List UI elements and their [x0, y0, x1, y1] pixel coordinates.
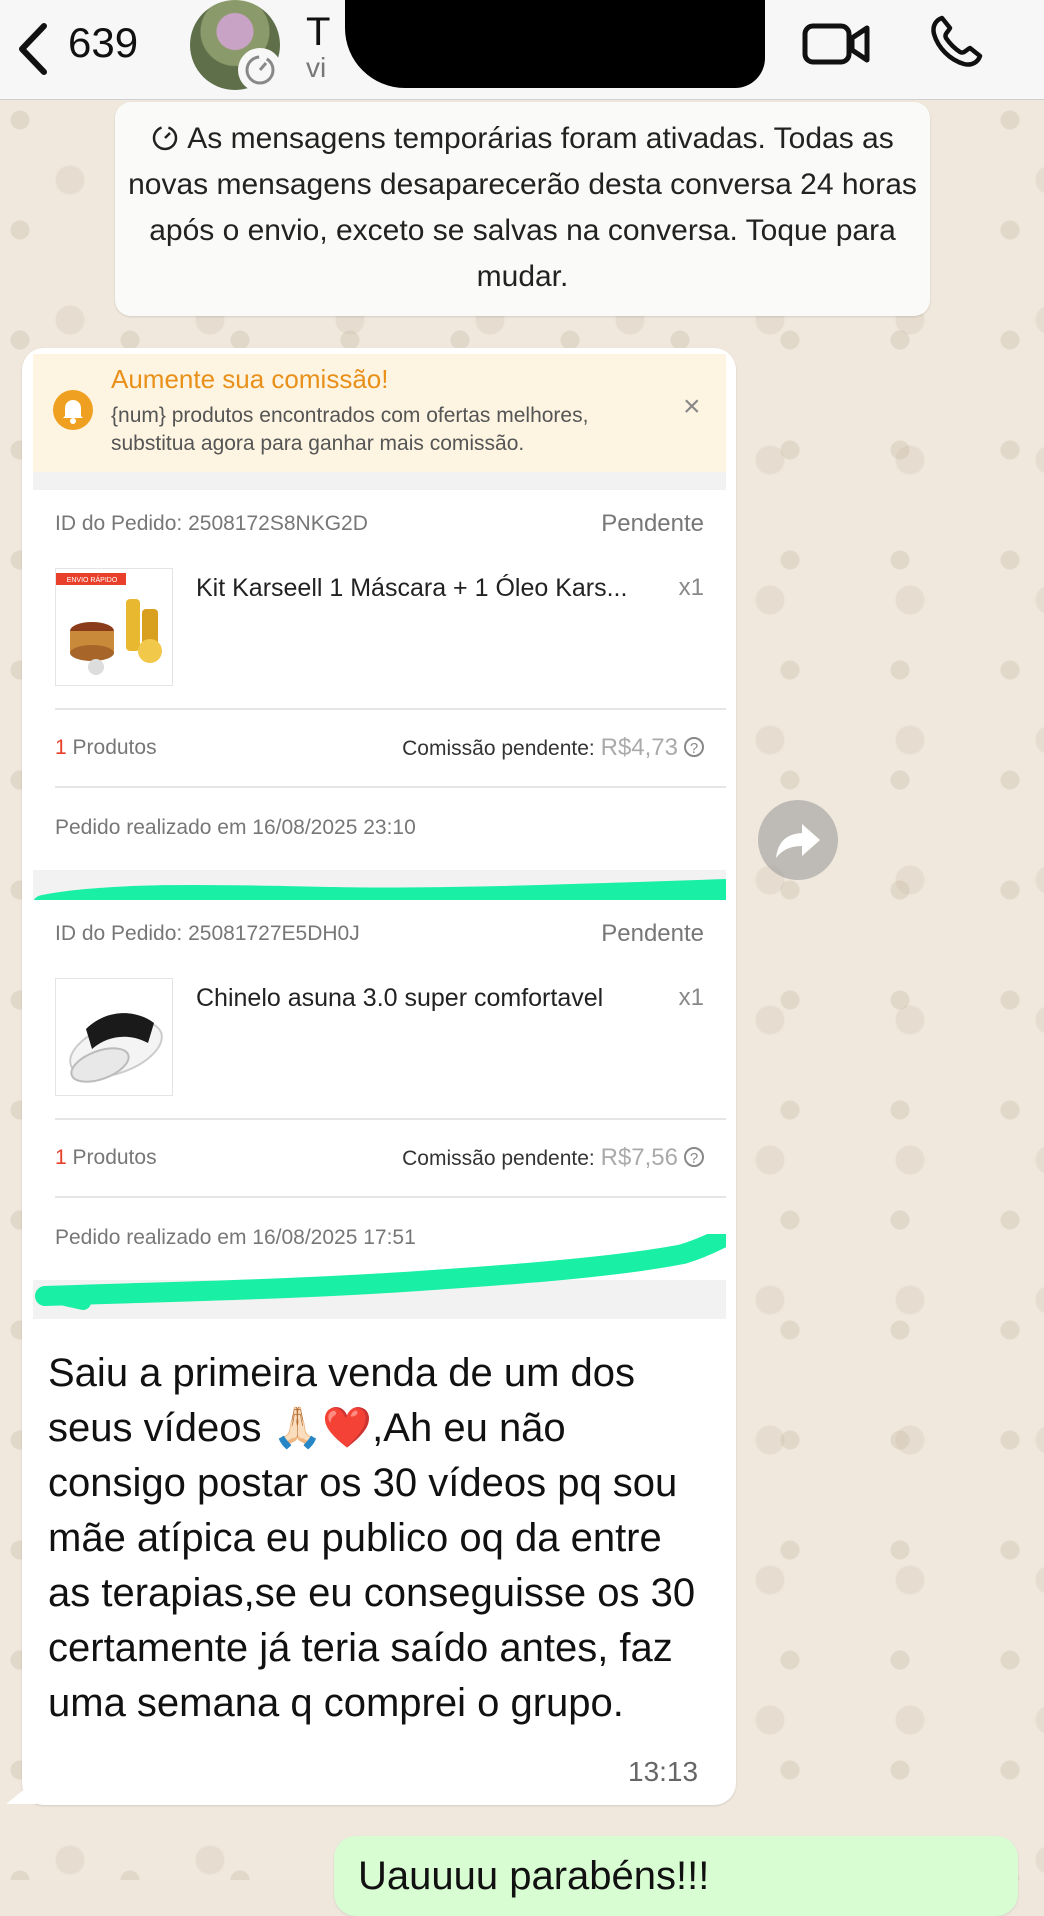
- product-thumbnail: ENVIO RÁPIDO: [55, 568, 173, 686]
- incoming-message-bubble[interactable]: Aumente sua comissão! {num} produtos enc…: [22, 348, 736, 1805]
- order-card: ID do Pedido: 2508172S8NKG2D Pendente EN…: [33, 490, 726, 870]
- contact-name[interactable]: T: [306, 10, 330, 55]
- back-chevron-icon[interactable]: [14, 22, 54, 76]
- order-status: Pendente: [601, 920, 704, 947]
- product-count-label: Produtos: [66, 1146, 157, 1169]
- pending-commission: Comissão pendente: R$4,73?: [402, 734, 704, 762]
- unread-count[interactable]: 639: [68, 18, 138, 68]
- product-count-label: Produtos: [66, 736, 157, 759]
- pending-commission: Comissão pendente: R$7,56?: [402, 1144, 704, 1172]
- order-id: ID do Pedido: 25081727E5DH0J: [55, 922, 360, 945]
- message-text: Saiu a primeira venda de um dos seus víd…: [48, 1351, 696, 1725]
- banner-title: Aumente sua comissão!: [111, 364, 389, 394]
- product-thumbnail: [55, 978, 173, 1096]
- close-icon: ×: [683, 390, 701, 423]
- notice-text: As mensagens temporárias foram ativadas.…: [128, 122, 917, 293]
- commission-label: Comissão pendente:: [402, 1147, 601, 1170]
- product-count-number: 1: [55, 1146, 67, 1169]
- outgoing-message-bubble[interactable]: Uauuuu parabéns!!!: [334, 1836, 1018, 1916]
- product-name: Chinelo asuna 3.0 super comfortavel: [196, 984, 604, 1012]
- forward-button[interactable]: [758, 800, 838, 880]
- chat-header: 639 T vi: [0, 0, 1044, 100]
- redaction-mark: [345, 0, 765, 88]
- highlight-scribble: [35, 1234, 726, 1310]
- message-time: 13:13: [628, 1756, 699, 1787]
- disappearing-timer-icon: [153, 125, 178, 151]
- bell-icon: [53, 390, 93, 430]
- product-count-number: 1: [55, 736, 67, 759]
- contact-status: vi: [306, 52, 327, 83]
- attached-screenshot[interactable]: Aumente sua comissão! {num} produtos enc…: [33, 354, 726, 1319]
- product-count: 1 Produtos: [55, 736, 157, 760]
- disappearing-messages-notice[interactable]: As mensagens temporárias foram ativadas.…: [115, 102, 930, 316]
- help-icon: ?: [684, 737, 704, 757]
- phone-call-icon[interactable]: [928, 14, 984, 70]
- order-card: ID do Pedido: 25081727E5DH0J Pendente Ch…: [33, 900, 726, 1280]
- divider: [55, 1118, 726, 1120]
- help-icon: ?: [684, 1147, 704, 1167]
- product-count: 1 Produtos: [55, 1146, 157, 1170]
- commission-banner: Aumente sua comissão! {num} produtos enc…: [33, 354, 726, 472]
- forward-icon: [776, 824, 820, 858]
- divider: [55, 708, 726, 710]
- disappearing-timer-icon: [238, 48, 282, 92]
- commission-label: Comissão pendente:: [402, 737, 601, 760]
- product-qty: x1: [678, 574, 704, 601]
- order-id: ID do Pedido: 2508172S8NKG2D: [55, 512, 368, 535]
- video-call-icon[interactable]: [802, 18, 870, 68]
- banner-text: {num} produtos encontrados com ofertas m…: [111, 404, 589, 455]
- thumb-badge: ENVIO RÁPIDO: [67, 575, 118, 584]
- divider: [55, 1196, 726, 1198]
- order-date: Pedido realizado em 16/08/2025 23:10: [55, 816, 416, 839]
- message-text: Uauuuu parabéns!!!: [358, 1854, 710, 1898]
- divider: [55, 786, 726, 788]
- order-status: Pendente: [601, 510, 704, 537]
- product-name: Kit Karseell 1 Máscara + 1 Óleo Kars...: [196, 574, 628, 602]
- commission-amount: R$4,73: [600, 734, 678, 761]
- product-qty: x1: [678, 984, 704, 1011]
- commission-amount: R$7,56: [600, 1144, 678, 1171]
